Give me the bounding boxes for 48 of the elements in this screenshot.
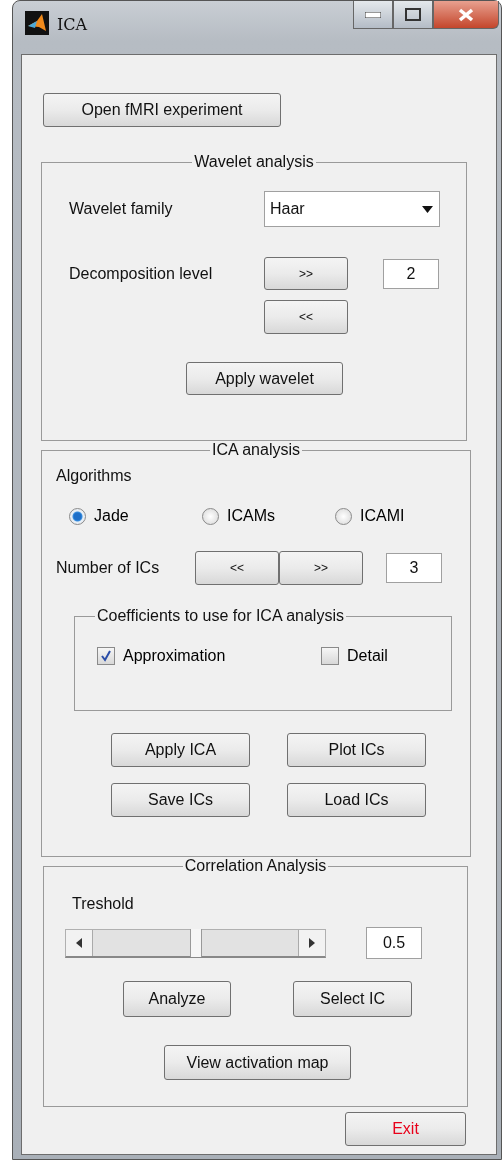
algorithm-radio[interactable]: Jade (69, 507, 202, 525)
open-experiment-button[interactable]: Open fMRI experiment (43, 93, 281, 127)
left-arrow-icon (76, 937, 82, 948)
close-icon (458, 7, 474, 22)
view-activation-map-button[interactable]: View activation map (164, 1045, 351, 1080)
algorithm-radio[interactable]: ICAMI (335, 507, 425, 525)
field-label: Decomposition level (69, 264, 214, 283)
minimize-button[interactable] (353, 1, 393, 29)
panel-title: Wavelet analysis (193, 153, 315, 171)
app-logo-icon (25, 11, 49, 35)
coefficient-checkbox[interactable]: Detail (321, 647, 421, 665)
right-arrow-icon (309, 937, 315, 948)
dropdown-arrow-icon (422, 205, 433, 213)
select-ic-button[interactable]: Select IC (293, 981, 412, 1017)
panel-title: ICA analysis (210, 441, 301, 459)
apply-ica-button[interactable]: Apply ICA (111, 733, 250, 767)
scroll-right-button[interactable] (299, 929, 325, 956)
checkmark-icon (100, 650, 112, 662)
field-label: Wavelet family (69, 200, 174, 218)
apply-wavelet-button[interactable]: Apply wavelet (186, 362, 343, 395)
exit-button[interactable]: Exit (345, 1112, 466, 1146)
field-label: Treshold (72, 895, 134, 913)
increase-button[interactable]: >> (264, 257, 348, 290)
field-label: Number of ICs (56, 559, 161, 577)
decrease-button[interactable]: << (264, 300, 348, 334)
threshold-slider[interactable] (65, 928, 326, 958)
scroll-left-button[interactable] (66, 929, 92, 956)
save-ics-button[interactable]: Save ICs (111, 783, 250, 817)
decrease-button[interactable]: << (195, 551, 279, 585)
slider-thumb[interactable] (189, 928, 202, 957)
minimize-icon (365, 11, 381, 18)
maximize-button[interactable] (393, 1, 433, 29)
plot-ics-button[interactable]: Plot ICs (287, 733, 426, 767)
maximize-icon (405, 8, 421, 21)
increase-button[interactable]: >> (279, 551, 363, 585)
panel-title: Correlation Analysis (183, 857, 328, 875)
wavelet-dropdown[interactable]: Haar (264, 191, 440, 227)
close-button[interactable] (433, 1, 499, 29)
threshold-field[interactable]: 0.5 (366, 927, 422, 959)
coefficient-checkbox[interactable]: Approximation (97, 647, 321, 665)
analyze-button[interactable]: Analyze (123, 981, 231, 1017)
ics-count-field[interactable]: 3 (386, 553, 442, 583)
load-ics-button[interactable]: Load ICs (287, 783, 426, 817)
algorithm-radio[interactable]: ICAMs (202, 507, 335, 525)
window-title: ICA (57, 15, 88, 34)
level-field[interactable]: 2 (383, 258, 439, 289)
section-label: Algorithms (56, 467, 132, 485)
panel-title: Coefficients to use for ICA analysis (96, 607, 345, 625)
